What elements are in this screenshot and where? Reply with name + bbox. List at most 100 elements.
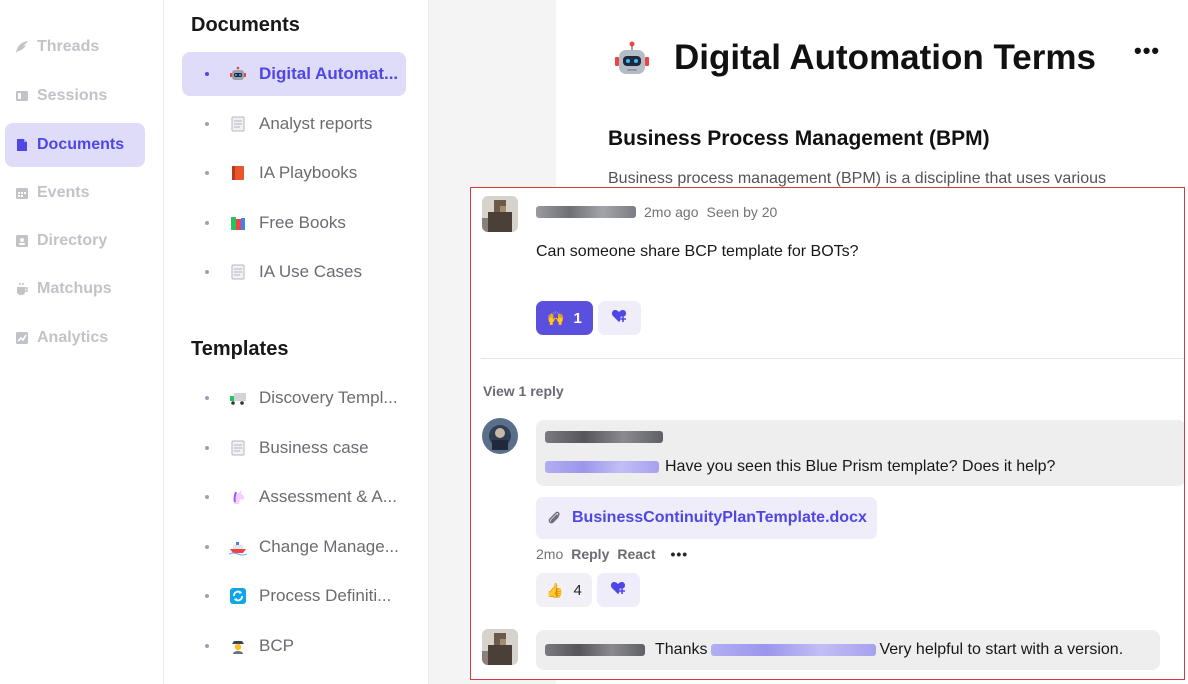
books-icon [229,214,247,232]
chart-icon [15,331,29,345]
seen-count[interactable]: Seen by 20 [706,204,777,220]
nav-label: Directory [37,232,108,249]
reply-time: 2mo [536,546,564,562]
heart-plus-icon [611,308,629,328]
doc-item-label: BCP [259,636,294,655]
avatar[interactable] [482,629,518,665]
template-item-discovery[interactable]: Discovery Templ... [182,376,406,420]
nav-item-matchups[interactable]: Matchups [5,267,145,311]
thumbs-up-icon: 👍 [546,581,564,598]
doc-item-label: Digital Automat... [259,64,399,83]
reply-message-suffix: Very helpful to start with a version. [879,641,1124,658]
mention-redacted[interactable] [545,461,659,473]
more-options-button[interactable]: ••• [671,546,689,562]
nav-item-documents[interactable]: Documents [5,123,145,167]
reply-message-prefix: Thanks [655,641,708,658]
view-replies-link[interactable]: View 1 reply [483,383,564,399]
doc-item-ia-playbooks[interactable]: IA Playbooks [182,151,406,195]
calendar-icon [15,186,29,200]
nav-item-threads[interactable]: Threads [5,25,145,69]
bullet [205,122,209,126]
templates-section-title: Templates [191,338,289,360]
feather-icon [15,40,29,54]
post-meta: 2mo ago Seen by 20 [536,204,777,220]
bullet [205,594,209,598]
document-icon [15,138,29,152]
author-name-redacted [545,644,645,656]
refresh-icon [229,587,247,605]
doc-item-ia-use-cases[interactable]: IA Use Cases [182,250,406,294]
sessions-icon [15,89,29,103]
doc-item-label: Process Definiti... [259,586,392,605]
ship-icon [229,538,247,556]
template-item-assessment[interactable]: Assessment & A... [182,475,406,519]
template-item-business-case[interactable]: Business case [182,426,406,470]
nav-item-directory[interactable]: Directory [5,219,145,263]
bullet [205,545,209,549]
avatar[interactable] [482,418,518,454]
documents-panel: Documents Digital Automat... Analyst rep… [164,0,429,684]
robot-icon [229,65,247,83]
more-options-button[interactable]: ••• [1134,38,1160,64]
detective-icon [229,637,247,655]
doc-item-label: Change Manage... [259,537,399,556]
bullet [205,396,209,400]
bullet [205,446,209,450]
section-paragraph: Business process management (BPM) is a d… [608,170,1106,187]
nav-item-analytics[interactable]: Analytics [5,316,145,360]
reply-button[interactable]: Reply [571,546,609,562]
divider [481,358,1184,359]
attachment-filename: BusinessContinuityPlanTemplate.docx [572,509,867,526]
nav-item-sessions[interactable]: Sessions [5,74,145,118]
add-reaction-button[interactable] [598,301,641,335]
truck-icon [229,389,247,407]
doc-item-analyst-reports[interactable]: Analyst reports [182,102,406,146]
nav-label: Matchups [37,280,112,297]
reaction-thumbs-up[interactable]: 👍 4 [536,573,592,607]
doc-item-free-books[interactable]: Free Books [182,201,406,245]
heart-plus-icon [610,580,628,600]
bullet [205,495,209,499]
attachment-link[interactable]: BusinessContinuityPlanTemplate.docx [536,497,877,539]
bullet [205,270,209,274]
doc-item-label: IA Playbooks [259,163,358,182]
reaction-count: 4 [573,581,582,599]
page-icon [229,115,247,133]
page-icon [229,439,247,457]
doc-item-label: IA Use Cases [259,262,362,281]
nav-label: Analytics [37,329,109,346]
mention-redacted[interactable] [711,644,877,656]
robot-icon [612,40,652,80]
template-item-bcp[interactable]: BCP [182,624,406,668]
nav-label: Documents [37,136,125,153]
avatar[interactable] [482,196,518,232]
book-icon [229,164,247,182]
reply-message: Have you seen this Blue Prism template? … [545,458,1055,476]
add-reaction-button[interactable] [597,573,640,607]
nav-item-events[interactable]: Events [5,171,145,215]
author-name-redacted [545,431,663,443]
doc-item-digital-automation[interactable]: Digital Automat... [182,52,406,96]
contact-card-icon [15,234,29,248]
nav-label: Events [37,184,90,201]
bullet [205,644,209,648]
comment-thread-panel: 2mo ago Seen by 20 Can someone share BCP… [470,187,1185,680]
nav-label: Sessions [37,87,108,104]
author-name-redacted [536,206,636,218]
doc-item-label: Analyst reports [259,114,373,133]
reaction-raised-hands[interactable]: 🙌 1 [536,301,593,335]
bullet [205,221,209,225]
bullet [205,72,209,76]
doc-item-label: Discovery Templ... [259,388,398,407]
documents-section-title: Documents [191,14,300,36]
template-item-change-management[interactable]: Change Manage... [182,525,406,569]
coffee-cup-icon [15,282,29,296]
react-button[interactable]: React [617,546,655,562]
left-navigation: Threads Sessions Documents Events Direct… [0,0,164,684]
reaction-count: 1 [573,309,582,327]
unicorn-icon [229,488,247,506]
paperclip-icon [546,510,562,526]
section-heading: Business Process Management (BPM) [608,127,990,150]
doc-item-label: Assessment & A... [259,487,397,506]
template-item-process-definition[interactable]: Process Definiti... [182,574,406,618]
